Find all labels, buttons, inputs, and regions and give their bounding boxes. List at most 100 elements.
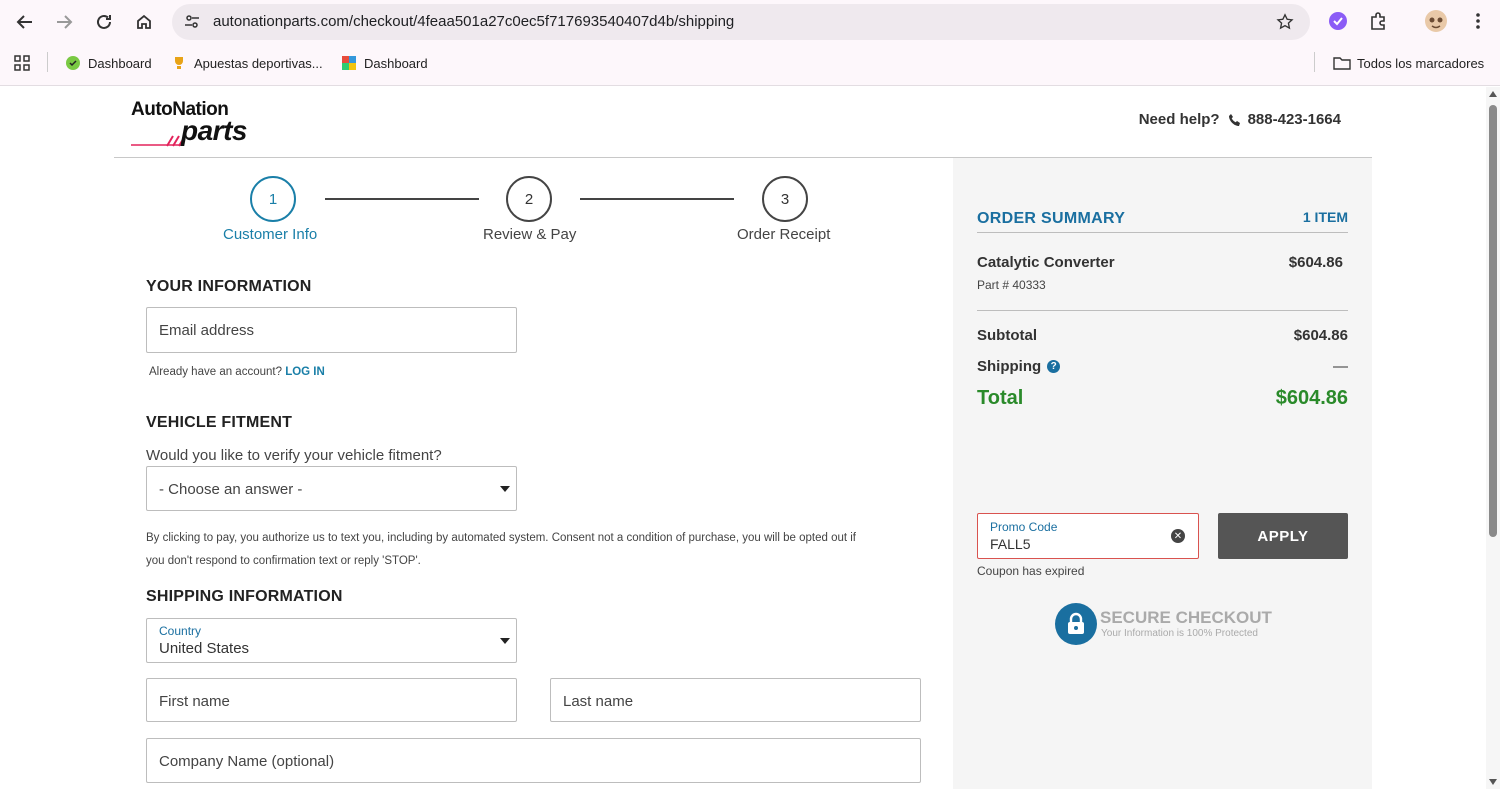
login-link[interactable]: LOG IN [285,366,325,378]
your-information-title: YOUR INFORMATION [146,278,312,295]
bookmark-dashboard-1[interactable]: Dashboard [64,52,152,74]
secure-checkout-title: SECURE CHECKOUT [1100,608,1272,627]
summary-divider [977,310,1348,311]
shipping-label: Shipping [977,358,1042,375]
bookmark-dashboard-2[interactable]: Dashboard [340,52,428,74]
step-2-circle: 2 [506,176,552,222]
email-field[interactable]: Email address [146,307,517,353]
extensions-puzzle-icon[interactable] [1366,9,1390,33]
shipping-information-title: SHIPPING INFORMATION [146,588,343,605]
fitment-question: Would you like to verify your vehicle fi… [146,447,442,464]
phone-icon [1228,113,1240,126]
login-prompt: Already have an account? LOG IN [149,366,325,378]
dashboard-favicon-icon [340,54,358,72]
order-summary-panel: ORDER SUMMARY 1 ITEM Catalytic Converter… [953,158,1372,789]
secure-checkout-badge: SECURE CHECKOUT Your Information is 100%… [1055,603,1295,647]
fitment-select-value: - Choose an answer - [159,481,303,498]
last-name-field[interactable]: Last name [550,678,921,722]
item-count: 1 ITEM [1302,209,1348,225]
all-bookmarks[interactable]: Todos los marcadores [1333,52,1484,74]
reload-icon[interactable] [90,8,118,36]
url-text[interactable]: autonationparts.com/checkout/4feaa501a27… [213,13,734,30]
extension-icon[interactable] [1326,9,1350,33]
bookmark-separator [47,52,48,72]
home-icon[interactable] [130,8,158,36]
bookmark-apuestas[interactable]: Apuestas deportivas... [170,52,323,74]
bookmark-star-icon[interactable] [1274,11,1296,33]
trophy-icon [170,54,188,72]
autonation-parts-logo[interactable]: AutoNation parts [131,99,261,147]
phone-number: 888-423-1664 [1247,111,1341,128]
promo-code-field[interactable]: Promo Code FALL5 ✕ [977,513,1199,559]
summary-item-row: Catalytic Converter $604.86 [977,254,1343,271]
help-section: Need help? 888-423-1664 [1139,111,1341,128]
secure-checkout-subtitle: Your Information is 100% Protected [1101,628,1258,639]
email-placeholder: Email address [159,322,255,339]
logo-bottom-text: parts [181,115,247,146]
fitment-select[interactable]: - Choose an answer - [146,466,517,511]
order-summary-title: ORDER SUMMARY [977,210,1126,227]
phone-link[interactable]: 888-423-1664 [1228,111,1341,128]
scroll-up-icon[interactable] [1489,91,1497,97]
lock-icon [1055,603,1097,645]
all-bookmarks-label: Todos los marcadores [1357,55,1485,71]
subtotal-value: $604.86 [1293,327,1348,344]
total-value: $604.86 [1275,387,1348,409]
help-question-icon[interactable]: ? [1047,360,1061,373]
step-1-circle: 1 [250,176,296,222]
company-name-field[interactable]: Company Name (optional) [146,738,921,783]
subtotal-label: Subtotal [977,327,1037,344]
subtotal-row: Subtotal $604.86 [977,327,1348,344]
step-3-circle: 3 [762,176,808,222]
bookmark-label: Dashboard [364,55,428,71]
promo-value: FALL5 [990,536,1031,552]
shipping-row: Shipping ? — [977,358,1348,375]
item-price: $604.86 [1288,254,1343,271]
step-2-label: Review & Pay [483,226,577,243]
bookmark-separator [1314,52,1315,72]
scrollbar-thumb[interactable] [1489,105,1497,537]
part-number: Part # 40333 [977,278,1046,292]
step-connector [580,198,734,200]
menu-icon[interactable] [1466,9,1490,33]
shipping-value: — [1333,358,1348,375]
promo-label: Promo Code [990,520,1058,534]
first-name-placeholder: First name [159,693,230,710]
chevron-down-icon [500,638,510,644]
chevron-down-icon [500,486,510,492]
country-value: United States [159,640,250,657]
account-text: Already have an account? [149,366,282,378]
company-placeholder: Company Name (optional) [159,753,335,770]
country-label: Country [159,624,202,638]
address-bar[interactable]: autonationparts.com/checkout/4feaa501a27… [172,4,1310,40]
step-1-label: Customer Info [223,226,318,243]
vehicle-fitment-title: VEHICLE FITMENT [146,414,293,431]
consent-text-line1: By clicking to pay, you authorize us to … [146,532,856,544]
first-name-field[interactable]: First name [146,678,517,722]
shipping-label-wrap: Shipping ? [977,358,1061,375]
back-icon[interactable] [11,8,39,36]
step-connector [325,198,479,200]
bookmark-label: Apuestas deportivas... [194,55,323,71]
dashboard-favicon-icon [64,54,82,72]
clear-icon[interactable]: ✕ [1171,529,1185,543]
browser-chrome: autonationparts.com/checkout/4feaa501a27… [0,0,1500,86]
help-label: Need help? [1138,111,1220,128]
apps-grid-icon[interactable] [13,52,31,74]
profile-avatar[interactable] [1424,9,1448,33]
scroll-down-icon[interactable] [1489,779,1497,785]
consent-text-line2: you don't respond to confirmation text o… [146,555,421,567]
bookmark-label: Dashboard [88,55,152,71]
summary-divider [977,232,1348,233]
coupon-message: Coupon has expired [977,564,1085,578]
page-scrollbar[interactable] [1486,87,1500,789]
forward-icon[interactable] [50,8,78,36]
folder-icon [1333,54,1351,72]
country-select[interactable]: Country United States [146,618,517,663]
step-3-label: Order Receipt [737,226,831,243]
item-name: Catalytic Converter [977,254,1115,271]
site-settings-icon[interactable] [182,12,202,32]
apply-button[interactable]: APPLY [1218,513,1348,559]
last-name-placeholder: Last name [563,693,634,710]
total-label: Total [977,387,1024,409]
